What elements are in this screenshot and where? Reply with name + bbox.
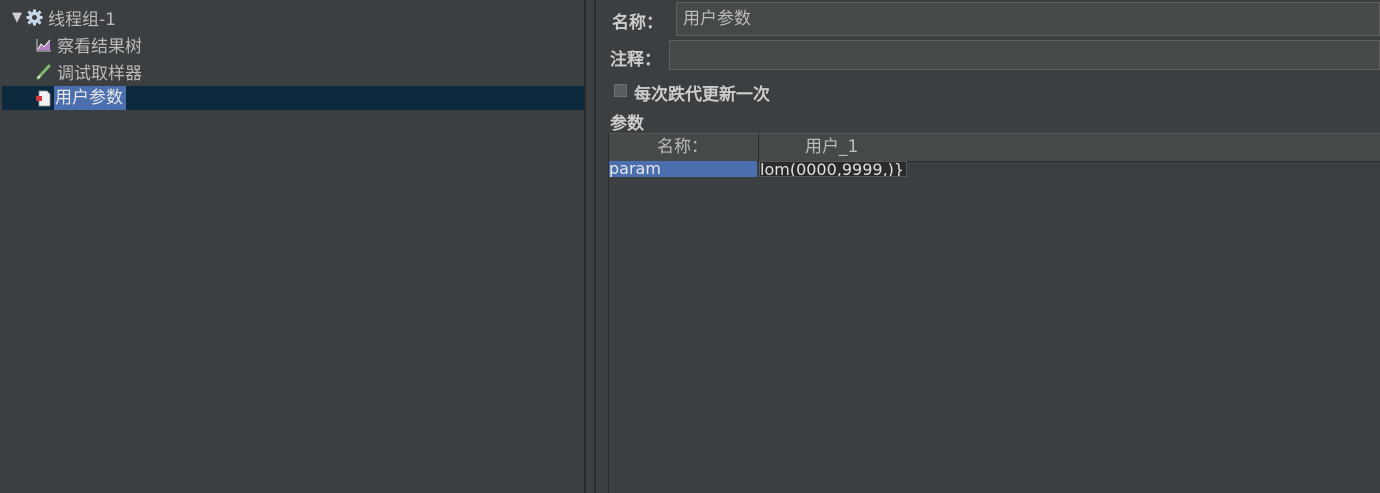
name-label: 名称：: [612, 13, 663, 33]
tree-item-label: 调试取样器: [57, 63, 142, 84]
pencil-icon: [35, 63, 52, 80]
tree-item-view-results-tree[interactable]: 察看结果树: [35, 32, 142, 57]
param-name-cell[interactable]: param: [609, 161, 757, 177]
parameters-table: 名称： 用户_1 param lom(0000,9999,)}: [608, 133, 1380, 493]
tree-item-label: 察看结果树: [57, 36, 142, 57]
graph-icon: [35, 36, 52, 53]
per-iteration-checkbox[interactable]: [614, 84, 627, 97]
tree-item-user-parameters[interactable]: 用户参数: [2, 86, 584, 110]
tree-item-debug-sampler[interactable]: 调试取样器: [35, 59, 142, 84]
user-parameters-panel: 名称： 用户参数 注释： 每次跌代更新一次 参数 名称： 用户_1 param …: [596, 0, 1380, 493]
column-header-name[interactable]: 名称：: [657, 134, 708, 161]
column-divider: [758, 134, 759, 161]
test-plan-tree: ▼ 线程组-1 察看结果树 调试取样器 用户参数: [0, 0, 585, 493]
comment-label: 注释：: [610, 50, 661, 70]
gear-icon: [26, 9, 43, 26]
tree-item-label: 用户参数: [54, 86, 126, 110]
name-field[interactable]: 用户参数: [676, 2, 1380, 36]
param-value-cell[interactable]: lom(0000,9999,)}: [759, 161, 907, 177]
expand-caret-icon[interactable]: ▼: [12, 10, 25, 25]
per-iteration-label: 每次跌代更新一次: [634, 85, 770, 105]
splitter-edge: [584, 0, 586, 493]
column-header-user-1[interactable]: 用户_1: [805, 134, 858, 161]
parameters-section-title: 参数: [610, 114, 644, 134]
tree-item-label: 线程组-1: [48, 9, 116, 30]
tree-item-thread-group[interactable]: ▼ 线程组-1: [12, 5, 116, 30]
document-icon: [35, 90, 52, 107]
comment-field[interactable]: [669, 40, 1380, 70]
table-header: 名称： 用户_1: [609, 133, 1380, 162]
